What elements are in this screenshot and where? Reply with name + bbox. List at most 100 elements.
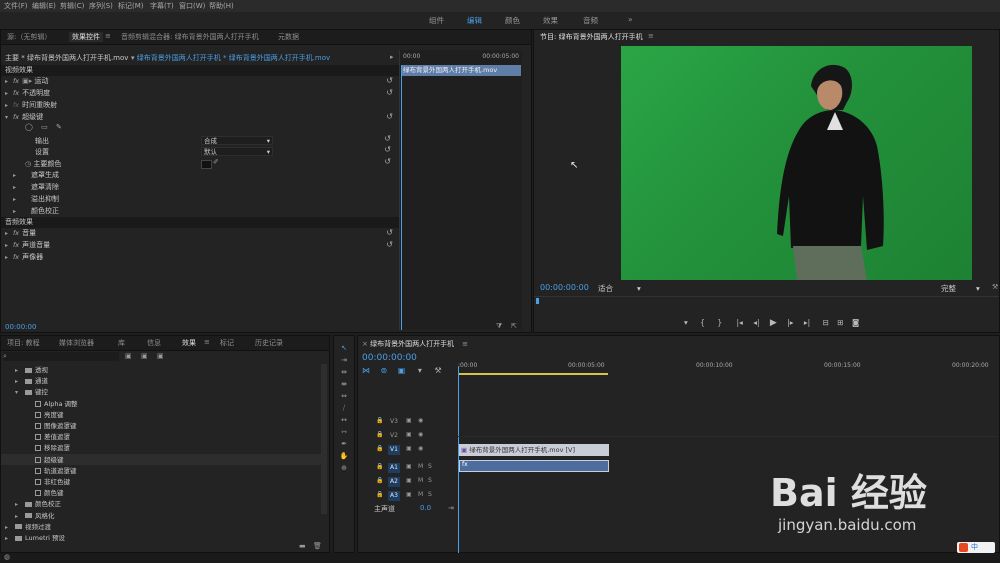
eyedropper-icon[interactable]: ✐	[213, 158, 219, 166]
effects-list-item[interactable]: 颜色键	[1, 487, 321, 498]
expand-arrow-icon[interactable]: ▸	[15, 378, 23, 385]
tab-source[interactable]: 源:（无剪辑）	[7, 32, 51, 42]
lock-icon[interactable]: 🔒	[376, 477, 383, 484]
tab-effect-controls[interactable]: 效果控件	[69, 32, 103, 42]
tab-project[interactable]: 项目: 教程	[7, 338, 40, 348]
solo-button[interactable]: S	[428, 463, 432, 470]
master-volume-value[interactable]: 0.0	[420, 504, 431, 512]
filter-icon[interactable]: ⧩	[496, 322, 502, 331]
track-target-button[interactable]: V1	[388, 445, 400, 455]
expand-arrow-icon[interactable]: ▸	[15, 513, 23, 520]
selection-tool-icon[interactable]: ↖	[338, 344, 350, 354]
effect-time-remap[interactable]: ▸ fx 时间重映射	[1, 100, 399, 111]
settings-wrench-icon[interactable]: ⚒	[434, 366, 441, 375]
mute-button[interactable]: M	[418, 463, 423, 470]
video-frame[interactable]	[621, 46, 972, 280]
master-clip-label[interactable]: 主要 * 绿布背景外国两人打开手机.mov	[5, 53, 128, 64]
sync-lock-icon[interactable]: ▣	[406, 491, 412, 498]
expand-arrow-icon[interactable]: ▸	[5, 524, 13, 531]
sub-matte-cleanup[interactable]: ▸ 遮罩清除	[13, 182, 59, 193]
linked-selection-icon[interactable]: ⊚	[381, 366, 388, 375]
program-title[interactable]: 节目: 绿布背景外国两人打开手机	[540, 32, 643, 42]
program-timecode[interactable]: 00:00:00:00	[540, 283, 589, 292]
effects-list-item[interactable]: ▾ 键控	[1, 386, 321, 397]
rate-stretch-tool-icon[interactable]: ⇔	[338, 392, 350, 402]
effect-opacity[interactable]: ▸ fx 不透明度 ↺	[1, 88, 399, 99]
effect-controls-timecode[interactable]: 00:00:00	[5, 323, 36, 331]
wrench-icon[interactable]: ⚒	[992, 283, 998, 291]
workspace-more-button[interactable]: »	[628, 15, 633, 24]
snap-icon[interactable]: ⋈	[362, 366, 370, 375]
panel-menu-icon[interactable]: ≡	[204, 338, 210, 346]
sub-matte-generation[interactable]: ▸ 遮罩生成	[13, 170, 59, 181]
tab-libraries[interactable]: 库	[118, 338, 125, 348]
slip-tool-icon[interactable]: ↔	[338, 416, 350, 426]
mark-in-icon[interactable]: {	[700, 318, 705, 327]
sync-lock-icon[interactable]: ▣	[406, 417, 412, 424]
tab-audio-clip-mixer[interactable]: 音频剪辑混合器: 绿布背景外国两人打开手机	[121, 32, 259, 42]
lock-icon[interactable]: 🔒	[376, 491, 383, 498]
effects-list-item[interactable]: 图像遮罩键	[1, 420, 321, 431]
effects-list-item[interactable]: ▸ 透视	[1, 364, 321, 375]
mute-button[interactable]: M	[418, 477, 423, 484]
expand-arrow-icon[interactable]: ▸	[15, 367, 23, 374]
menu-edit[interactable]: 编辑(E)	[32, 1, 56, 11]
effects-list-item[interactable]: ▸ 风格化	[1, 510, 321, 521]
add-marker-icon[interactable]: ▾	[684, 318, 688, 327]
expand-arrow-icon[interactable]: ▾	[15, 389, 23, 396]
program-playhead[interactable]	[536, 298, 539, 304]
ellipse-mask-icon[interactable]: ◯	[25, 123, 33, 131]
marker-icon[interactable]: ▾	[418, 366, 422, 375]
zoom-tool-icon[interactable]: ⊕	[338, 464, 350, 474]
effect-channel-volume[interactable]: ▸ fx 声道音量 ↺	[1, 240, 399, 251]
tab-history[interactable]: 历史记录	[255, 338, 283, 348]
reset-icon[interactable]: ↺	[384, 134, 391, 143]
effects-list-item[interactable]: Alpha 调整	[1, 398, 321, 409]
fit-dropdown[interactable]: 适合 ▾	[598, 283, 641, 294]
effects-list-item[interactable]: 亮度键	[1, 409, 321, 420]
effects-list-item[interactable]: 差值遮罩	[1, 431, 321, 442]
mute-button[interactable]: M	[418, 491, 423, 498]
tab-effects[interactable]: 效果	[182, 338, 196, 348]
expand-arrow-icon[interactable]: ▸	[5, 535, 13, 542]
sub-spill-suppression[interactable]: ▸ 溢出抑制	[13, 194, 59, 205]
track-target-button[interactable]: A1	[388, 463, 400, 473]
output-dropdown[interactable]: 合成 ▾	[201, 136, 273, 145]
effects-list-item[interactable]: 移除遮罩	[1, 442, 321, 453]
video-clip[interactable]: ▣ 绿布背景外国两人打开手机.mov [V]	[459, 444, 609, 456]
step-forward-icon[interactable]: |▸	[787, 318, 793, 327]
audio-clip[interactable]: fx	[459, 460, 609, 472]
go-to-end-icon[interactable]: ⇥	[448, 504, 454, 512]
reset-icon[interactable]: ↺	[386, 88, 393, 97]
sync-lock-icon[interactable]: ▣	[406, 477, 412, 484]
solo-button[interactable]: S	[428, 477, 432, 484]
solo-button[interactable]: S	[428, 491, 432, 498]
expand-arrow-icon[interactable]: ▸	[15, 501, 23, 508]
add-marker-icon[interactable]: ▣	[398, 366, 406, 375]
effects-list-item[interactable]: 超级键	[1, 453, 321, 465]
workspace-editing[interactable]: 编辑	[467, 15, 482, 26]
sync-lock-icon[interactable]: ▣	[406, 463, 412, 470]
track-target-button[interactable]: A2	[388, 477, 400, 487]
reset-icon[interactable]: ↺	[384, 145, 391, 154]
clip-label[interactable]: ▾ 绿布背景外国两人打开手机 * 绿布背景外国两人打开手机.mov	[131, 53, 330, 64]
accelerated-effects-icon[interactable]: ▣	[125, 352, 132, 360]
menu-file[interactable]: 文件(F)	[4, 1, 28, 11]
lock-icon[interactable]: 🔒	[376, 431, 383, 438]
menu-title[interactable]: 字幕(T)	[150, 1, 174, 11]
effects-list-item[interactable]: ▸ 颜色校正	[1, 498, 321, 509]
lock-icon[interactable]: 🔒	[376, 417, 383, 424]
effect-volume[interactable]: ▸ fx 音量 ↺	[1, 228, 399, 239]
sync-lock-icon[interactable]: ▣	[406, 431, 412, 438]
menu-sequence[interactable]: 序列(S)	[89, 1, 113, 11]
settings-dropdown[interactable]: 默认 ▾	[201, 147, 273, 156]
trash-icon[interactable]: 🗑	[313, 542, 322, 550]
program-scrubber[interactable]	[534, 296, 999, 305]
ripple-edit-tool-icon[interactable]: ⇹	[338, 368, 350, 378]
effects-list-item[interactable]: 轨道遮罩键	[1, 465, 321, 476]
go-to-in-icon[interactable]: |◂	[737, 318, 743, 327]
tab-info[interactable]: 信息	[147, 338, 161, 348]
play-audio-icon[interactable]: ▸	[390, 53, 394, 61]
32bit-effects-icon[interactable]: ▣	[141, 352, 148, 360]
menu-clip[interactable]: 剪辑(C)	[60, 1, 84, 11]
